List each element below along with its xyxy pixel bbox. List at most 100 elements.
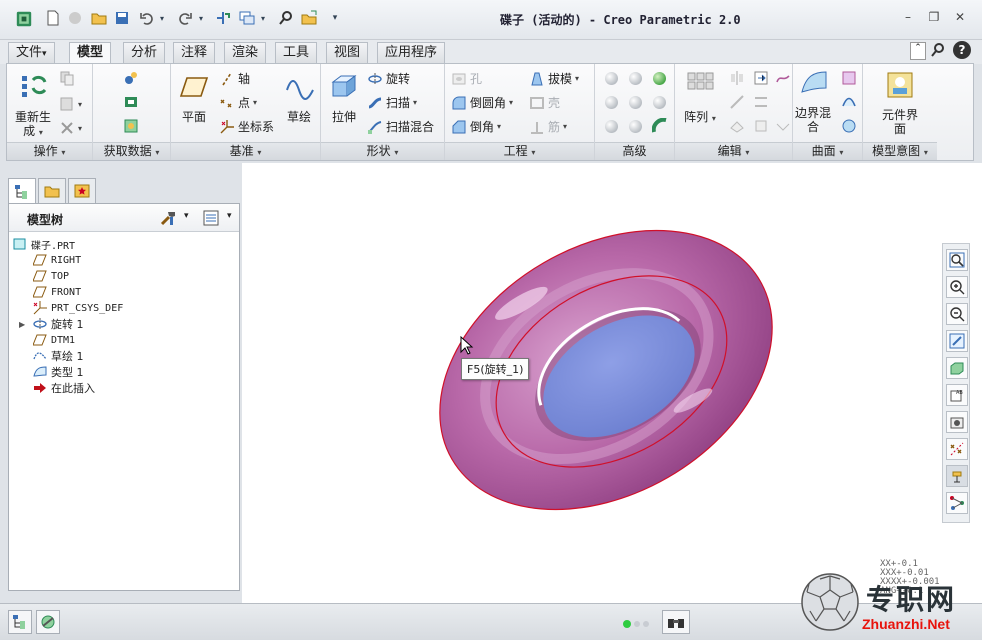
tab-render[interactable]: 渲染 [224,42,267,63]
advanced-feature-icon-2[interactable] [629,72,642,85]
group-editing-label[interactable]: 编辑 ▾ [675,142,792,160]
favorites-tab[interactable] [68,178,96,204]
tree-columns-dropdown-icon[interactable]: ▾ [227,211,232,221]
fill-icon[interactable] [841,70,857,86]
repaint-icon[interactable] [946,330,968,352]
windows-icon[interactable] [238,9,256,27]
tree-item-revolve[interactable]: ▶ 旋转 1 [19,316,84,332]
display-style-icon[interactable] [946,357,968,379]
open-dim-icon[interactable] [66,9,84,27]
regenerate-icon[interactable] [19,70,49,100]
extrude-button[interactable]: 拉伸 [327,110,361,124]
style-icon[interactable] [841,94,857,110]
tab-analysis[interactable]: 分析 [123,42,166,63]
component-interface-icon[interactable] [885,70,915,100]
regenerate-button[interactable]: 重新生成 ▾ [13,110,53,140]
advanced-feature-icon-1[interactable] [605,72,618,85]
close-window-icon[interactable] [300,9,318,27]
chamfer-button[interactable]: 倒角 ▾ [451,118,501,135]
advanced-feature-icon-6[interactable] [653,96,666,109]
close-button[interactable]: ✕ [952,10,968,26]
tree-item-front[interactable]: FRONT [33,284,81,300]
model-tree-tab[interactable] [8,178,36,204]
copy-geometry-icon[interactable] [123,94,139,110]
undo-icon[interactable] [138,9,156,27]
csys-button[interactable]: 坐标系 [219,118,274,135]
group-datum-label[interactable]: 基准 ▾ [171,142,320,160]
tree-columns-icon[interactable] [202,209,220,227]
tab-file[interactable]: 文件▾ [8,42,55,63]
saved-orientations-icon[interactable]: AB [946,384,968,406]
tree-item-style[interactable]: 类型 1 [33,364,84,380]
tab-applications[interactable]: 应用程序 [377,42,446,63]
show-browser-icon[interactable] [36,610,60,634]
view-manager-icon[interactable] [946,411,968,433]
extrude-icon[interactable] [329,70,359,100]
toroidal-bend-icon[interactable] [651,117,669,135]
find-icon[interactable] [277,9,295,27]
group-surfaces-label[interactable]: 曲面 ▾ [793,142,862,160]
user-defined-feature-icon[interactable] [123,70,139,86]
group-model-intent-label[interactable]: 模型意图 ▾ [863,142,937,160]
advanced-feature-icon-8[interactable] [629,120,642,133]
redo-dropdown-icon[interactable]: ▾ [197,9,205,27]
pattern-button[interactable]: 阵列 ▾ [681,110,719,126]
tree-item-csys[interactable]: PRT_CSYS_DEF [33,300,123,316]
group-engineering-label[interactable]: 工程 ▾ [445,142,594,160]
zoom-out-icon[interactable] [946,303,968,325]
group-operations-label[interactable]: 操作 ▾ [7,142,92,160]
sketch-button[interactable]: 草绘 [281,110,317,124]
group-get-data-label[interactable]: 获取数据 ▾ [93,142,170,160]
maximize-button[interactable]: ❐ [926,10,942,26]
pattern-icon[interactable] [685,70,715,100]
sketch-icon[interactable] [285,72,315,102]
tab-model[interactable]: 模型 [69,42,112,65]
component-interface-button[interactable]: 元件界面 [881,108,919,136]
plane-button[interactable]: 平面 [177,110,211,124]
tree-settings-icon[interactable] [159,209,177,227]
customize-toolbar-icon[interactable]: ▾ [330,9,340,27]
save-icon[interactable] [113,9,131,27]
creo-app-icon[interactable] [14,9,34,29]
minimize-ribbon-icon[interactable]: ⌃ [910,42,926,60]
tab-annotate[interactable]: 注释 [173,42,216,63]
windows-dropdown-icon[interactable]: ▾ [259,9,267,27]
expand-arrow-icon[interactable]: ▶ [19,320,29,329]
point-button[interactable]: 点 ▾ [219,94,257,111]
tree-item-insert-here[interactable]: 在此插入 [33,380,95,396]
round-button[interactable]: 倒圆角 ▾ [451,94,513,111]
advanced-feature-icon-5[interactable] [629,96,642,109]
delete-icon[interactable]: ▾ [59,120,82,136]
project-icon[interactable] [775,118,791,134]
dish-model-3d[interactable] [242,163,982,603]
revolve-button[interactable]: 旋转 [367,70,410,87]
axis-button[interactable]: 轴 [219,70,250,87]
advanced-feature-icon-3[interactable] [653,72,666,85]
advanced-feature-icon-7[interactable] [605,120,618,133]
paste-icon[interactable]: ▾ [59,96,82,112]
tab-tools[interactable]: 工具 [275,42,318,63]
boundary-blend-button[interactable]: 边界混合 [795,106,831,134]
mirror-icon[interactable] [729,70,745,86]
new-file-icon[interactable] [44,9,62,27]
hole-button[interactable]: 孔 [451,70,482,87]
tree-item-sketch[interactable]: 草绘 1 [33,348,84,364]
find-status-icon[interactable] [662,610,690,634]
folder-browser-tab[interactable] [38,178,66,204]
tree-item-part[interactable]: 碟子.PRT [13,236,75,252]
tree-item-right[interactable]: RIGHT [33,252,81,268]
show-navigator-icon[interactable] [8,610,32,634]
tree-item-dtm1[interactable]: DTM1 [33,332,75,348]
trim-icon[interactable] [775,70,791,86]
open-folder-icon[interactable] [90,9,108,27]
tab-view[interactable]: 视图 [326,42,369,63]
minimize-button[interactable]: – [900,10,916,26]
draft-button[interactable]: 拔模 ▾ [529,70,579,87]
redo-icon[interactable] [176,9,194,27]
shell-button[interactable]: 壳 [529,94,560,111]
regenerate-small-icon[interactable] [214,9,232,27]
group-shapes-label[interactable]: 形状 ▾ [321,142,444,160]
zoom-in-icon[interactable] [946,276,968,298]
refit-icon[interactable] [946,249,968,271]
datum-display-icon[interactable] [946,438,968,460]
